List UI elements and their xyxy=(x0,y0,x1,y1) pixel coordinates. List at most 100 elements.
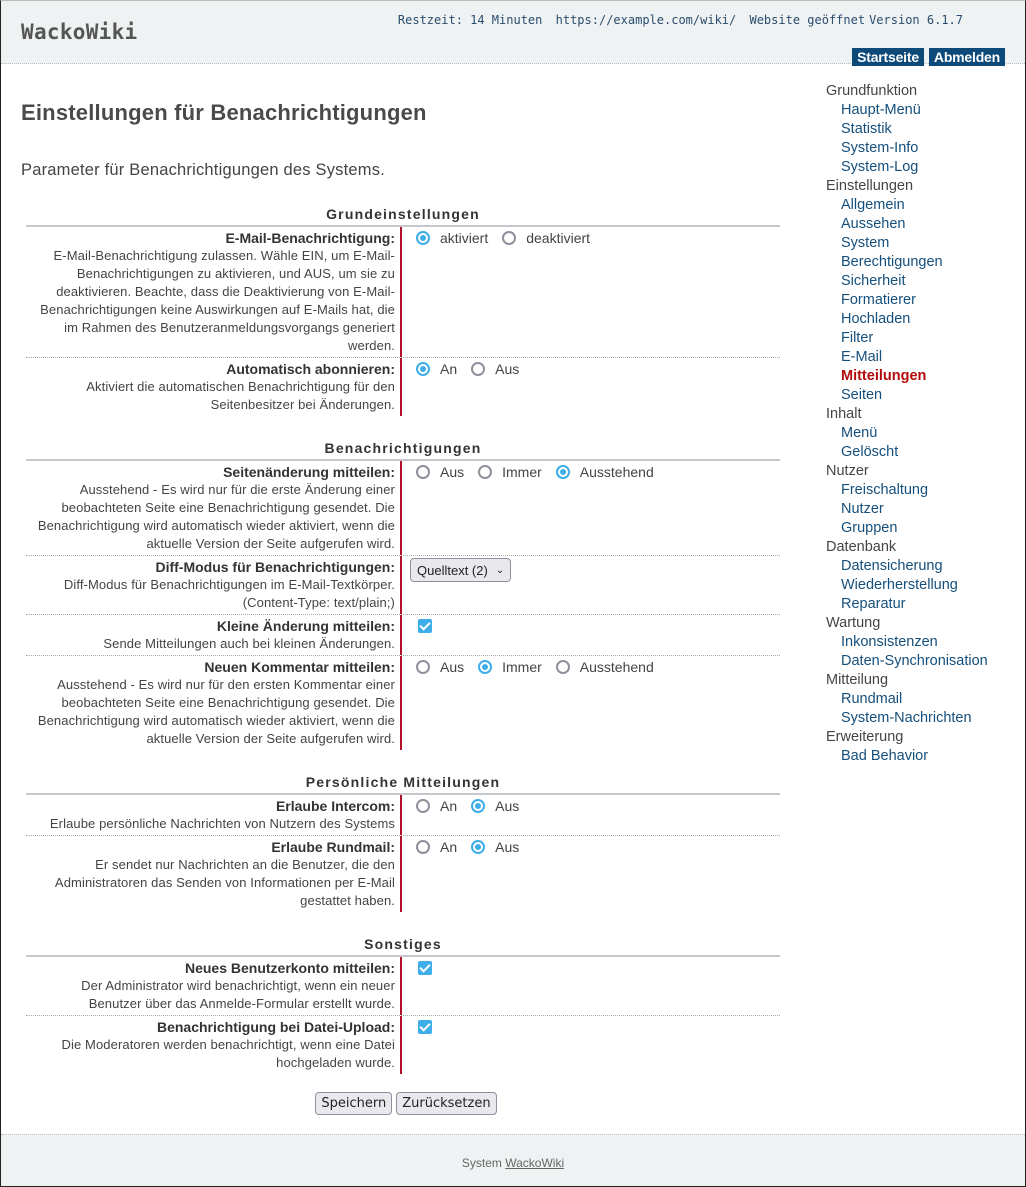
radio-option-an[interactable]: An xyxy=(416,798,457,814)
setting-row-automatisch-abonnieren: Automatisch abonnieren: Aktiviert die aut… xyxy=(26,358,780,416)
radio-unchecked-icon[interactable] xyxy=(471,362,486,376)
radio-option-aus[interactable]: Aus xyxy=(471,839,519,855)
radio-unchecked-icon[interactable] xyxy=(502,231,517,245)
sidebar-group-mitteilung: Mitteilung xyxy=(826,672,889,688)
radio-checked-icon[interactable] xyxy=(416,362,430,376)
page-intro: Parameter für Benachrichtigungen des Sys… xyxy=(21,161,385,179)
sidebar-item-berechtigungen[interactable]: Berechtigungen xyxy=(826,253,988,272)
site-state: Website geöffnet xyxy=(749,13,866,27)
sidebar-item-reparatur[interactable]: Reparatur xyxy=(826,595,988,614)
setting-description: Die Moderatoren werden benachrichtigt, w… xyxy=(61,1037,395,1070)
sidebar-item-allgemein[interactable]: Allgemein xyxy=(826,196,988,215)
radio-option-aus[interactable]: Aus xyxy=(416,659,464,675)
sidebar-item-inkonsistenzen[interactable]: Inkonsistenzen xyxy=(826,633,988,652)
setting-row-benachrichtigung-bei-datei-upload: Benachrichtigung bei Datei-Upload: Die Mo… xyxy=(26,1016,780,1074)
site-url: https://example.com/wiki/ xyxy=(555,13,737,27)
radio-checked-icon[interactable] xyxy=(478,660,493,674)
radio-unchecked-icon[interactable] xyxy=(416,840,430,854)
radio-option-immer[interactable]: Immer xyxy=(478,659,542,675)
sidebar-item-aussehen[interactable]: Aussehen xyxy=(826,215,988,234)
diff-mode-select[interactable]: Quelltext (2) ⌄ xyxy=(410,558,512,582)
radio-option-ausstehend[interactable]: Ausstehend xyxy=(555,464,654,480)
sidebar-item-gruppen[interactable]: Gruppen xyxy=(826,519,988,538)
sidebar-item-filter[interactable]: Filter xyxy=(826,329,988,348)
radio-label: Aus xyxy=(440,464,465,480)
home-link[interactable]: Startseite xyxy=(852,48,924,66)
setting-description: Erlaube persönliche Nachrichten von Nutz… xyxy=(49,816,395,831)
sidebar-item-seiten[interactable]: Seiten xyxy=(826,386,988,405)
sidebar-item-wiederherstellung[interactable]: Wiederherstellung xyxy=(826,576,988,595)
sidebar-item-system[interactable]: System xyxy=(826,234,988,253)
setting-description: Ausstehend - Es wird nur für den ersten … xyxy=(37,677,395,746)
sidebar-item-statistik[interactable]: Statistik xyxy=(826,120,988,139)
sidebar-item-geloescht[interactable]: Gelöscht xyxy=(826,443,988,462)
setting-label-cell: Diff-Modus für Benachrichtigungen: Diff-M… xyxy=(26,556,402,614)
radio-label: Aus xyxy=(495,798,520,814)
radio-option-deaktiviert[interactable]: deaktiviert xyxy=(502,230,590,246)
sidebar-item-bad-behavior[interactable]: Bad Behavior xyxy=(826,747,988,766)
setting-label-cell: Erlaube Intercom: Erlaube persönliche Nac… xyxy=(26,795,402,835)
radio-option-aus[interactable]: Aus xyxy=(471,798,519,814)
sidebar-item-sicherheit[interactable]: Sicherheit xyxy=(826,272,988,291)
sidebar-item-nutzer[interactable]: Nutzer xyxy=(826,500,988,519)
reset-button[interactable]: Zurücksetzen xyxy=(396,1092,497,1115)
radio-option-ausstehend[interactable]: Ausstehend xyxy=(555,659,654,675)
setting-description: Diff-Modus für Benachrichtigungen im E-M… xyxy=(63,577,395,610)
setting-control: Aus Immer Ausstehend xyxy=(402,461,668,555)
radio-option-an[interactable]: An xyxy=(416,839,457,855)
sidebar-item-datensicherung[interactable]: Datensicherung xyxy=(826,557,988,576)
radio-option-aus[interactable]: Aus xyxy=(416,464,464,480)
setting-label: Kleine Änderung mitteilen: xyxy=(216,618,395,634)
radio-option-immer[interactable]: Immer xyxy=(478,464,542,480)
site-logo[interactable]: WackoWiki xyxy=(21,20,138,44)
save-button[interactable]: Speichern xyxy=(315,1092,393,1115)
radio-unchecked-icon[interactable] xyxy=(416,465,430,479)
sidebar-item-freischaltung[interactable]: Freischaltung xyxy=(826,481,988,500)
radio-checked-icon[interactable] xyxy=(416,231,430,245)
sidebar-item-hochladen[interactable]: Hochladen xyxy=(826,310,988,329)
radio-label: Ausstehend xyxy=(579,659,654,675)
radio-unchecked-icon[interactable] xyxy=(416,799,430,813)
setting-control xyxy=(402,615,432,655)
checkbox-checked-icon[interactable] xyxy=(418,961,432,975)
sidebar-item-formatierer[interactable]: Formatierer xyxy=(826,291,988,310)
radio-unchecked-icon[interactable] xyxy=(416,660,430,674)
footer: System WackoWiki xyxy=(1,1134,1025,1186)
sidebar-item-system-info[interactable]: System-Info xyxy=(826,139,988,158)
setting-label: E-Mail-Benachrichtigung: xyxy=(225,230,395,246)
sidebar-group-datenbank: Datenbank xyxy=(826,539,897,555)
checkbox-checked-icon[interactable] xyxy=(418,1020,432,1034)
sidebar-item-menue[interactable]: Menü xyxy=(826,424,988,443)
radio-unchecked-icon[interactable] xyxy=(555,660,570,674)
radio-checked-icon[interactable] xyxy=(555,465,570,479)
section-title: Sonstiges xyxy=(26,936,780,957)
radio-option-aus[interactable]: Aus xyxy=(471,361,519,377)
radio-option-an[interactable]: An xyxy=(416,361,457,377)
sidebar-item-rundmail[interactable]: Rundmail xyxy=(826,690,988,709)
sidebar-item-mitteilungen[interactable]: Mitteilungen xyxy=(826,367,988,386)
setting-description: Aktiviert die automatischen Benachrichti… xyxy=(86,379,395,412)
checkbox-checked-icon[interactable] xyxy=(418,619,432,633)
select-value: Quelltext (2) xyxy=(417,562,488,578)
radio-label: aktiviert xyxy=(440,230,489,246)
sidebar-item-haupt-menue[interactable]: Haupt-Menü xyxy=(826,101,988,120)
radio-checked-icon[interactable] xyxy=(471,799,486,813)
radio-label: Immer xyxy=(502,464,542,480)
form-actions: Speichern Zurücksetzen xyxy=(32,1074,780,1115)
logout-link[interactable]: Abmelden xyxy=(928,48,1005,66)
setting-control: aktiviert deaktiviert xyxy=(402,227,604,357)
radio-label: Immer xyxy=(502,659,542,675)
radio-checked-icon[interactable] xyxy=(471,840,486,854)
sidebar-item-system-log[interactable]: System-Log xyxy=(826,158,988,177)
footer-wackowiki-link[interactable]: WackoWiki xyxy=(505,1156,564,1170)
sidebar-item-e-mail[interactable]: E-Mail xyxy=(826,348,988,367)
header: WackoWiki Restzeit: 14 Minuten https://e… xyxy=(1,1,1025,66)
radio-option-aktiviert[interactable]: aktiviert xyxy=(416,230,488,246)
sidebar-item-system-nachrichten[interactable]: System-Nachrichten xyxy=(826,709,988,728)
radio-unchecked-icon[interactable] xyxy=(478,465,493,479)
radio-label: Aus xyxy=(495,361,520,377)
radio-label: An xyxy=(440,839,458,855)
sidebar-item-daten-synchronisation[interactable]: Daten-Synchronisation xyxy=(826,652,988,671)
